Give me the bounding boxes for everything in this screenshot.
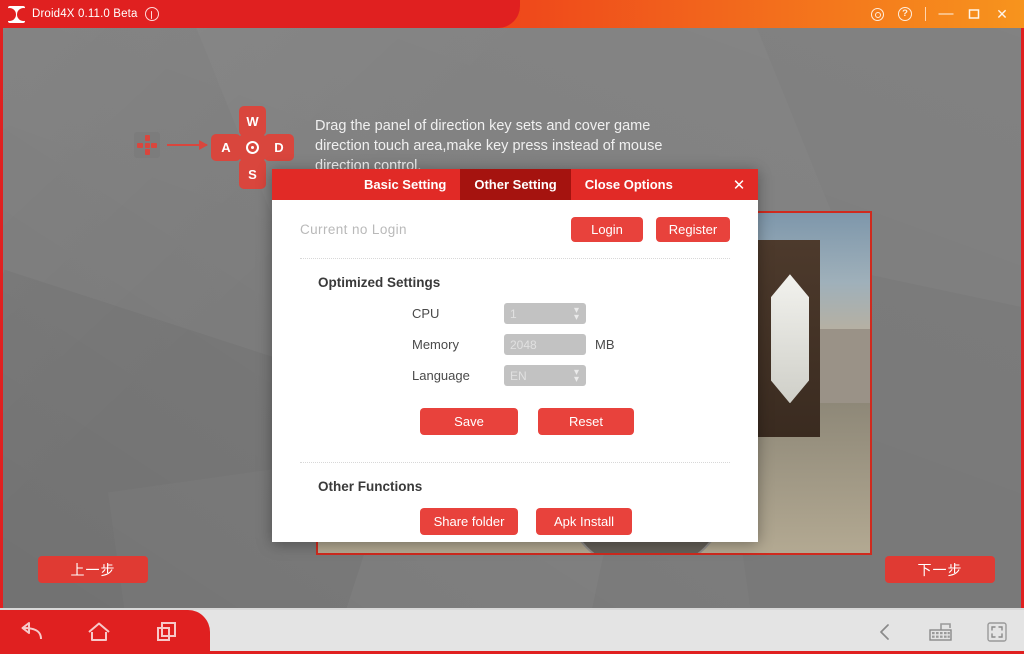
language-value: EN [510, 368, 527, 383]
memory-label: Memory [412, 337, 459, 352]
chevron-down-icon: ▾ ▾ [573, 304, 579, 323]
collapse-left-button[interactable] [872, 619, 898, 645]
apk-install-button[interactable]: Apk Install [536, 508, 632, 535]
recent-apps-button[interactable] [154, 619, 180, 645]
key-a[interactable]: A [211, 134, 241, 161]
emulator-viewport: W A D S Drag the panel of direction key … [0, 28, 1024, 608]
login-button[interactable]: Login [571, 216, 643, 242]
droid4x-logo [8, 5, 25, 23]
chevron-down-icon: ▾ ▾ [573, 366, 579, 385]
close-icon: ✕ [996, 6, 1008, 22]
save-button[interactable]: Save [420, 408, 518, 435]
joystick-center-icon[interactable] [239, 134, 266, 161]
fullscreen-button[interactable] [984, 619, 1010, 645]
game-door-panel [770, 274, 810, 404]
thumb-center [145, 143, 150, 148]
register-button[interactable]: Register [656, 216, 730, 242]
back-icon [21, 621, 42, 639]
window-controls: ? — ✕ [864, 0, 1015, 28]
login-status: Current no Login [300, 221, 407, 237]
key-d[interactable]: D [264, 134, 294, 161]
keymapping-icon [929, 622, 952, 641]
help-icon: ? [898, 7, 912, 21]
recent-apps-icon [157, 621, 176, 641]
next-step-button[interactable]: 下一步 [885, 556, 995, 583]
other-functions-title: Other Functions [318, 479, 423, 494]
tab-basic-setting[interactable]: Basic Setting [350, 169, 460, 200]
cpu-value: 1 [510, 306, 517, 321]
home-icon [88, 622, 110, 641]
tab-close-options[interactable]: Close Options [571, 169, 687, 200]
optimized-button-row: Save Reset [300, 391, 730, 435]
minimize-icon: — [938, 5, 954, 22]
dialog-tab-bar: Basic Setting Other Setting Close Option… [272, 169, 758, 200]
key-s[interactable]: S [239, 159, 266, 189]
app-title: Droid4X 0.11.0 Beta [32, 8, 138, 20]
thumb-up [145, 135, 150, 141]
thumb-down [145, 149, 150, 155]
language-row: Language EN ▾ ▾ [300, 360, 730, 391]
language-label: Language [412, 368, 470, 383]
login-row: Current no Login Login Register [300, 200, 730, 258]
android-nav-group [18, 610, 180, 651]
emulator-tools-group [872, 610, 1010, 651]
back-button[interactable] [18, 619, 44, 645]
language-select[interactable]: EN ▾ ▾ [504, 365, 586, 386]
cpu-label: CPU [412, 306, 440, 321]
cpu-select[interactable]: 1 ▾ ▾ [504, 303, 586, 324]
title-bar-left-group: Droid4X 0.11.0 Beta [8, 0, 159, 28]
memory-row: Memory MB [300, 329, 730, 360]
close-button[interactable]: ✕ [989, 1, 1015, 27]
collapse-left-icon [880, 623, 889, 640]
thumb-left [137, 143, 143, 148]
direction-key-set-thumbnail[interactable] [134, 132, 160, 158]
key-w[interactable]: W [239, 106, 266, 136]
bottom-toolbar [0, 608, 1024, 654]
minimize-button[interactable]: — [933, 1, 959, 27]
maximize-button[interactable] [961, 1, 987, 27]
settings-button[interactable] [864, 1, 890, 27]
maximize-icon [968, 9, 980, 19]
dialog-body: Current no Login Login Register Optimize… [272, 200, 758, 542]
thumb-right [151, 143, 157, 148]
previous-step-button[interactable]: 上一步 [38, 556, 148, 583]
title-bar: Droid4X 0.11.0 Beta ? — ✕ [0, 0, 1024, 28]
tutorial-text: Drag the panel of direction key sets and… [315, 118, 663, 174]
drag-arrow-icon [167, 140, 208, 150]
gear-icon [870, 7, 884, 21]
cpu-row: CPU 1 ▾ ▾ [300, 298, 730, 329]
other-functions-button-row: Share folder Apk Install [300, 502, 730, 535]
settings-dialog: Basic Setting Other Setting Close Option… [272, 169, 758, 542]
help-button[interactable]: ? [892, 1, 918, 27]
memory-unit: MB [595, 337, 615, 352]
reset-button[interactable]: Reset [538, 408, 634, 435]
share-folder-button[interactable]: Share folder [420, 508, 518, 535]
droid4x-window: Droid4X 0.11.0 Beta ? — ✕ W A D S Drag t… [0, 0, 1024, 654]
home-button[interactable] [86, 619, 112, 645]
keymapping-button[interactable] [928, 619, 954, 645]
tab-other-setting[interactable]: Other Setting [460, 169, 571, 200]
titlebar-divider [925, 7, 926, 21]
info-icon[interactable] [144, 7, 159, 21]
fullscreen-icon [987, 621, 1007, 642]
dialog-close-icon[interactable]: ✕ [720, 169, 758, 200]
memory-input[interactable] [504, 334, 586, 355]
optimized-settings-title: Optimized Settings [318, 275, 441, 290]
